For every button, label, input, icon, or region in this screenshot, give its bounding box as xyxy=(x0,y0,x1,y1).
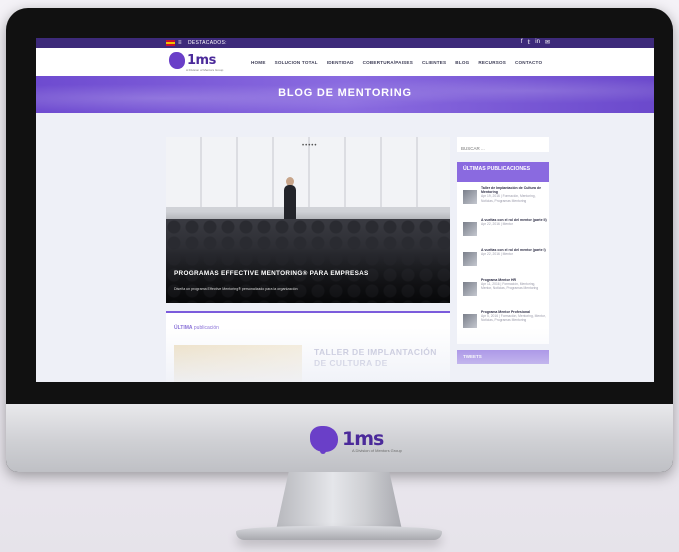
latest-label: ÚLTIMA publicación xyxy=(174,325,219,331)
chin-logo: 1ms A Division of Mentors Group xyxy=(310,426,402,454)
post-text: Programa Mentor HR Apr 11, 2016 | Formaci… xyxy=(481,278,547,306)
nav-menu: HOME SOLUCION TOTAL IDENTIDAD COBERTURA/… xyxy=(251,60,542,65)
post-text: Programa Mentor Profesional Apr 5, 2016 |… xyxy=(481,310,547,338)
post-thumbnail xyxy=(463,190,477,204)
nav-item-home[interactable]: HOME xyxy=(251,60,266,65)
latest-label-bold: ÚLTIMA xyxy=(174,325,193,331)
nav-item-recursos[interactable]: RECURSOS xyxy=(478,60,506,65)
latest-post-thumbnail[interactable] xyxy=(174,345,302,382)
post-thumbnail xyxy=(463,282,477,296)
list-item[interactable]: Taller de Implantación de Cultura de Men… xyxy=(463,186,547,214)
latest-post-title[interactable]: TALLER DE IMPLANTACIÓN DE CULTURA DE xyxy=(314,347,448,369)
post-thumbnail xyxy=(463,252,477,266)
list-item[interactable]: Programa Mentor Profesional Apr 5, 2016 |… xyxy=(463,310,547,338)
post-meta: Apr 22, 2016 | Mentor xyxy=(481,222,513,227)
linkedin-icon[interactable]: in xyxy=(535,39,540,46)
page-hero: BLOG DE MENTORING xyxy=(36,76,654,113)
featured-post-title[interactable]: PROGRAMAS EFFECTIVE MENTORING® PARA EMPR… xyxy=(174,270,369,277)
list-item[interactable]: A vueltas con el rol del mentor (parte I… xyxy=(463,248,547,276)
tweets-title: TWEETS xyxy=(463,354,482,359)
search-input[interactable] xyxy=(457,141,549,156)
latest-post-section: ÚLTIMA publicación TALLER DE IMPLANTACIÓ… xyxy=(166,311,450,382)
recent-posts-list: Taller de Implantación de Cultura de Men… xyxy=(457,182,549,344)
list-item[interactable]: Programa Mentor HR Apr 11, 2016 | Formaci… xyxy=(463,278,547,306)
nav-item-identidad[interactable]: IDENTIDAD xyxy=(327,60,354,65)
site-logo[interactable]: 1ms A Division of Mentors Group xyxy=(169,52,223,72)
tweets-header: TWEETS xyxy=(457,350,549,364)
post-meta: Apr 5, 2016 | Formación, Mentoring, Ment… xyxy=(481,314,546,323)
slider-dots[interactable]: ••••• xyxy=(302,143,318,149)
nav-item-cobertura[interactable]: COBERTURA/PAISES xyxy=(363,60,413,65)
post-thumbnail xyxy=(463,222,477,236)
latest-label-rest: publicación xyxy=(193,325,219,331)
post-meta: Apr 19, 2016 | Formación, Mentoring, Not… xyxy=(481,194,536,203)
post-title[interactable]: Taller de Implantación de Cultura de Men… xyxy=(481,186,541,194)
search-box xyxy=(457,137,549,156)
elephant-logo-icon xyxy=(169,52,185,69)
post-text: A vueltas con el rol del mentor (parte I… xyxy=(481,248,546,276)
post-text: A vueltas con el rol del mentor (parte I… xyxy=(481,218,547,246)
spain-flag-icon[interactable] xyxy=(166,40,175,46)
post-thumbnail xyxy=(463,314,477,328)
page-title: BLOG DE MENTORING xyxy=(278,87,412,99)
social-links: f 𝕥 in ✉ xyxy=(521,39,550,46)
featured-post-slider[interactable]: ••••• PROGRAMAS EFFECTIVE MENTORING® PAR… xyxy=(166,137,450,303)
nav-item-contacto[interactable]: CONTACTO xyxy=(515,60,542,65)
nav-item-clientes[interactable]: CLIENTES xyxy=(422,60,446,65)
featured-label[interactable]: DESTACADOS: xyxy=(188,40,227,46)
menu-icon[interactable]: ≡ xyxy=(178,40,182,46)
chin-logo-wordmark: 1ms xyxy=(342,428,384,450)
nav-item-blog[interactable]: BLOG xyxy=(455,60,469,65)
featured-post-excerpt: Diseña un programa Effective Mentoring® … xyxy=(174,287,298,291)
monitor-stand-base xyxy=(236,526,442,540)
twitter-icon[interactable]: 𝕥 xyxy=(528,39,531,46)
facebook-icon[interactable]: f xyxy=(521,39,523,46)
main-navbar: 1ms A Division of Mentors Group HOME SOL… xyxy=(36,48,654,76)
recent-posts-header: ÚLTIMAS PUBLICACIONES xyxy=(457,162,549,182)
chin-logo-tagline: A Division of Mentors Group xyxy=(352,448,402,453)
post-text: Taller de Implantación de Cultura de Men… xyxy=(481,186,547,214)
recent-posts-title: ÚLTIMAS PUBLICACIONES xyxy=(463,166,531,172)
elephant-logo-icon xyxy=(310,426,338,454)
post-meta: Apr 11, 2016 | Formación, Mentoring, Men… xyxy=(481,282,539,291)
email-icon[interactable]: ✉ xyxy=(545,39,550,46)
nav-item-solucion-total[interactable]: SOLUCION TOTAL xyxy=(275,60,318,65)
monitor-stand-neck xyxy=(276,472,402,530)
list-item[interactable]: A vueltas con el rol del mentor (parte I… xyxy=(463,218,547,246)
post-meta: Apr 22, 2016 | Mentor xyxy=(481,252,513,257)
logo-wordmark: 1ms xyxy=(187,53,216,68)
logo-tagline: A Division of Mentors Group xyxy=(186,68,224,72)
top-bar: ≡ DESTACADOS: f 𝕥 in ✉ xyxy=(36,38,654,48)
browser-viewport: ≡ DESTACADOS: f 𝕥 in ✉ 1ms A Division of… xyxy=(36,38,654,382)
